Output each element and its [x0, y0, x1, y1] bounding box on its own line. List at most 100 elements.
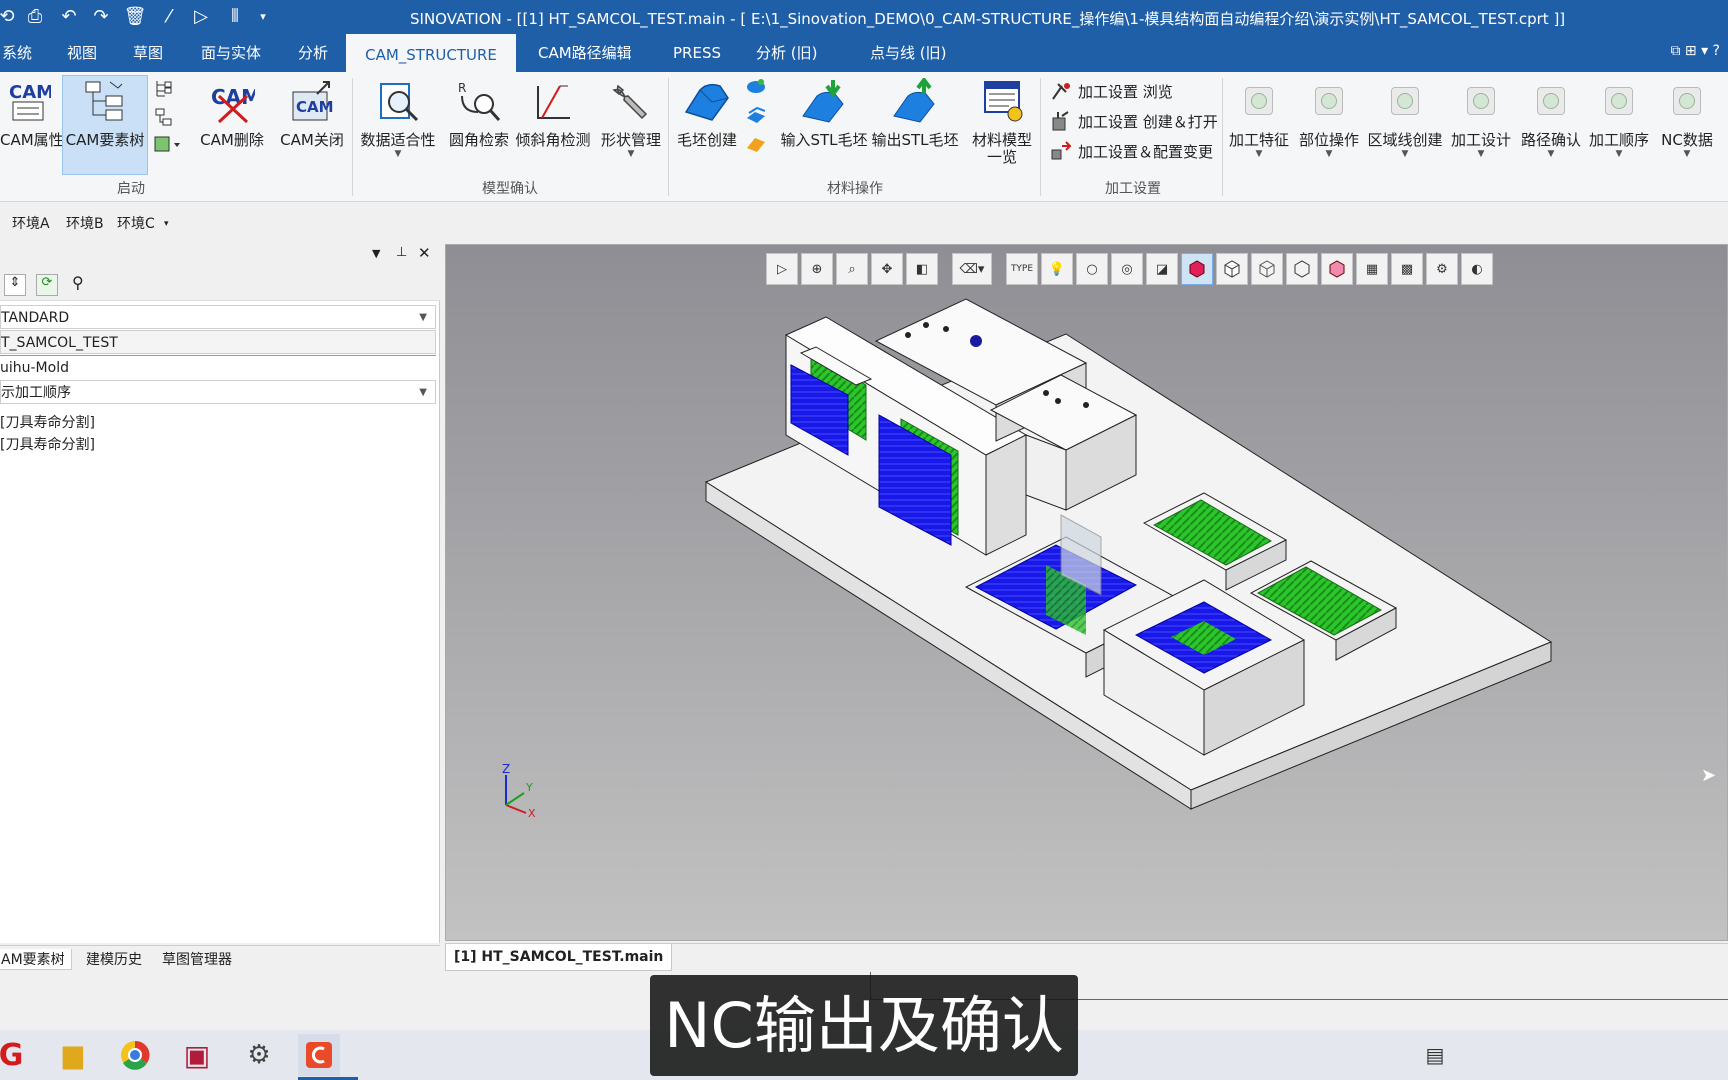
redo-icon[interactable]: ↷ [88, 3, 114, 29]
standard-dropdown-value: TANDARD [1, 310, 70, 326]
display-order-dropdown[interactable]: 示加工顺序 ▼ [0, 380, 436, 404]
tree-expand-button[interactable] [150, 78, 178, 104]
dropdown-arrow-icon: ▼ [1477, 149, 1485, 159]
region-line-create-label: 区域线创建 [1367, 131, 1443, 149]
region-line-create-button[interactable]: 区域线创建 ▼ [1366, 76, 1444, 159]
axis-triad: Z Y X [502, 762, 536, 820]
column-icon[interactable]: ⦀ [222, 3, 248, 29]
tab-cam-path-edit[interactable]: CAM路径编辑 [528, 34, 642, 72]
machining-feature-button[interactable]: 加工特征 ▼ [1226, 76, 1292, 159]
import-stl-blank-button[interactable]: 输入STL毛坯 [778, 76, 870, 149]
env-tab-a[interactable]: 环境A [12, 213, 50, 233]
data-fit-icon [373, 76, 423, 126]
tab-view[interactable]: 视图 [57, 34, 107, 72]
dropdown-arrow-icon: ▼ [1255, 149, 1263, 159]
machining-order-button[interactable]: 加工顺序 ▼ [1586, 76, 1652, 159]
tab-cam-structure[interactable]: CAM_STRUCTURE [346, 34, 516, 72]
model-name-field[interactable]: T_SAMCOL_TEST [0, 330, 436, 354]
cam-element-tree-label: CAM要素树 [65, 131, 145, 149]
draft-angle-check-label: 倾斜角检测 [515, 131, 591, 149]
print-icon[interactable]: ⎙ [22, 3, 48, 29]
blank-option-2-button[interactable] [744, 104, 768, 130]
blank-option-1-button[interactable] [744, 76, 768, 102]
setup-browse-icon [1050, 80, 1072, 102]
fillet-search-icon: R [454, 76, 504, 126]
env-tab-b[interactable]: 环境B [66, 213, 104, 233]
tab-surface-solid[interactable]: 面与实体 [191, 34, 271, 72]
tab-press[interactable]: PRESS [663, 34, 731, 72]
cam-element-tree-button[interactable]: CAM要素树 [62, 75, 148, 175]
sinovation-app-icon[interactable] [298, 1034, 358, 1080]
part-operation-button[interactable]: 部位操作 ▼ [1296, 76, 1362, 159]
delete-icon[interactable]: 🗑 [122, 3, 148, 29]
window-layout-controls[interactable]: ⧉ ⊞ ▾ ? [1670, 43, 1720, 59]
cam-close-icon: CAM [287, 76, 337, 126]
tree-item-tool-life-split[interactable]: [刀具寿命分割] [0, 412, 95, 432]
tab-analysis-old[interactable]: 分析 (旧) [746, 34, 827, 72]
tab-cam-element-tree[interactable]: AM要素树 [0, 949, 72, 970]
app-g-icon[interactable]: G [0, 1034, 32, 1076]
tree-structure-button[interactable] [150, 106, 178, 132]
machining-design-button[interactable]: 加工设计 ▼ [1448, 76, 1514, 159]
window-title: SINOVATION - [[1] HT_SAMCOL_TEST.main - … [410, 10, 1566, 28]
archive-icon[interactable]: ▣ [176, 1034, 218, 1076]
tab-sketch-manager[interactable]: 草图管理器 [156, 949, 238, 969]
setup-browse-label: 加工设置 浏览 [1078, 82, 1173, 101]
tab-sketch[interactable]: 草图 [123, 34, 173, 72]
standard-dropdown[interactable]: TANDARD ▼ [0, 305, 436, 329]
key-icon[interactable]: ⚲ [72, 273, 84, 292]
setup-create-open-button[interactable]: 加工设置 创建＆打开 [1050, 110, 1218, 132]
notification-icon[interactable]: ▤ [1414, 1034, 1456, 1076]
fillet-search-button[interactable]: R 圆角检索 [446, 76, 512, 149]
setup-create-icon [1050, 110, 1072, 132]
undo-icon[interactable]: ↶ [56, 3, 82, 29]
env-tab-c[interactable]: 环境C [117, 213, 155, 233]
axis-y-label: Y [525, 781, 533, 794]
tree-color-button[interactable] [150, 134, 184, 160]
ribbon-separator [1222, 78, 1223, 196]
cam-delete-button[interactable]: CAM CAM删除 [194, 76, 270, 149]
sort-icon[interactable]: ⇕ [4, 274, 26, 296]
refresh-icon[interactable]: ⟳ [36, 274, 58, 296]
fillet-search-label: 圆角检索 [448, 131, 509, 149]
tab-analysis[interactable]: 分析 [288, 34, 338, 72]
group-start-label: 启动 [117, 181, 145, 197]
panel-header: ▼ ⊥ ✕ [0, 243, 440, 269]
tab-point-line-old[interactable]: 点与线 (旧) [860, 34, 956, 72]
play-icon[interactable]: ▷ [188, 3, 214, 29]
mouse-cursor-icon: ➤ [1701, 765, 1717, 786]
export-stl-blank-button[interactable]: 输出STL毛坯 [870, 76, 960, 149]
tree-item-tool-life-split[interactable]: [刀具寿命分割] [0, 434, 95, 454]
sketch-tool-icon[interactable]: ⁄ [156, 3, 182, 29]
path-confirm-button[interactable]: 路径确认 ▼ [1518, 76, 1584, 159]
material-model-list-button[interactable]: 材料模型 一览 [966, 76, 1038, 166]
env-more-icon[interactable]: ▾ [164, 219, 169, 229]
setup-browse-button[interactable]: 加工设置 浏览 [1050, 80, 1173, 102]
setup-config-change-button[interactable]: 加工设置＆配置变更 [1050, 140, 1213, 162]
shape-management-button[interactable]: 形状管理 ▼ [598, 76, 664, 159]
group-material-op-label: 材料操作 [827, 181, 883, 197]
cam-properties-button[interactable]: CAM CAM属性 [0, 76, 64, 149]
3d-viewport[interactable]: ▷ ⊕ ⌕ ✥ ◧ ⌫▾ TYPE 💡 ○ ◎ ◪ ▦ ▩ ⚙ ◐ Z Y X … [445, 244, 1728, 941]
close-icon[interactable]: ✕ [418, 244, 431, 262]
pin-icon[interactable]: ⊥ [396, 245, 407, 260]
settings-gear-icon[interactable]: ⚙ [238, 1034, 280, 1076]
cam-close-button[interactable]: CAM CAM关闭 [276, 76, 348, 149]
cam-logo-text: CAM [9, 82, 51, 103]
data-fit-button[interactable]: 数据适合性 ▼ [358, 76, 438, 159]
customize-quick-access-icon[interactable]: ▾ [250, 3, 276, 29]
browser-icon[interactable] [114, 1034, 156, 1076]
blank-create-button[interactable]: 毛坯创建 [672, 76, 742, 149]
document-tab-main[interactable]: [1] HT_SAMCOL_TEST.main [445, 944, 673, 971]
app-menu-icon[interactable]: ⟲ [0, 3, 20, 29]
draft-angle-check-button[interactable]: 倾斜角检测 [514, 76, 592, 149]
nc-data-label: NC数据 [1661, 131, 1713, 149]
blank-blue-icon [747, 79, 765, 93]
nc-data-button[interactable]: NC数据 ▼ [1654, 76, 1720, 159]
panel-dropdown-icon[interactable]: ▼ [372, 247, 380, 260]
blank-create-icon [682, 76, 732, 126]
file-explorer-icon[interactable]: ▆ [52, 1034, 94, 1076]
tab-system[interactable]: 系统 [0, 34, 42, 72]
tab-modeling-history[interactable]: 建模历史 [80, 949, 148, 969]
blank-option-3-button[interactable] [744, 132, 768, 158]
